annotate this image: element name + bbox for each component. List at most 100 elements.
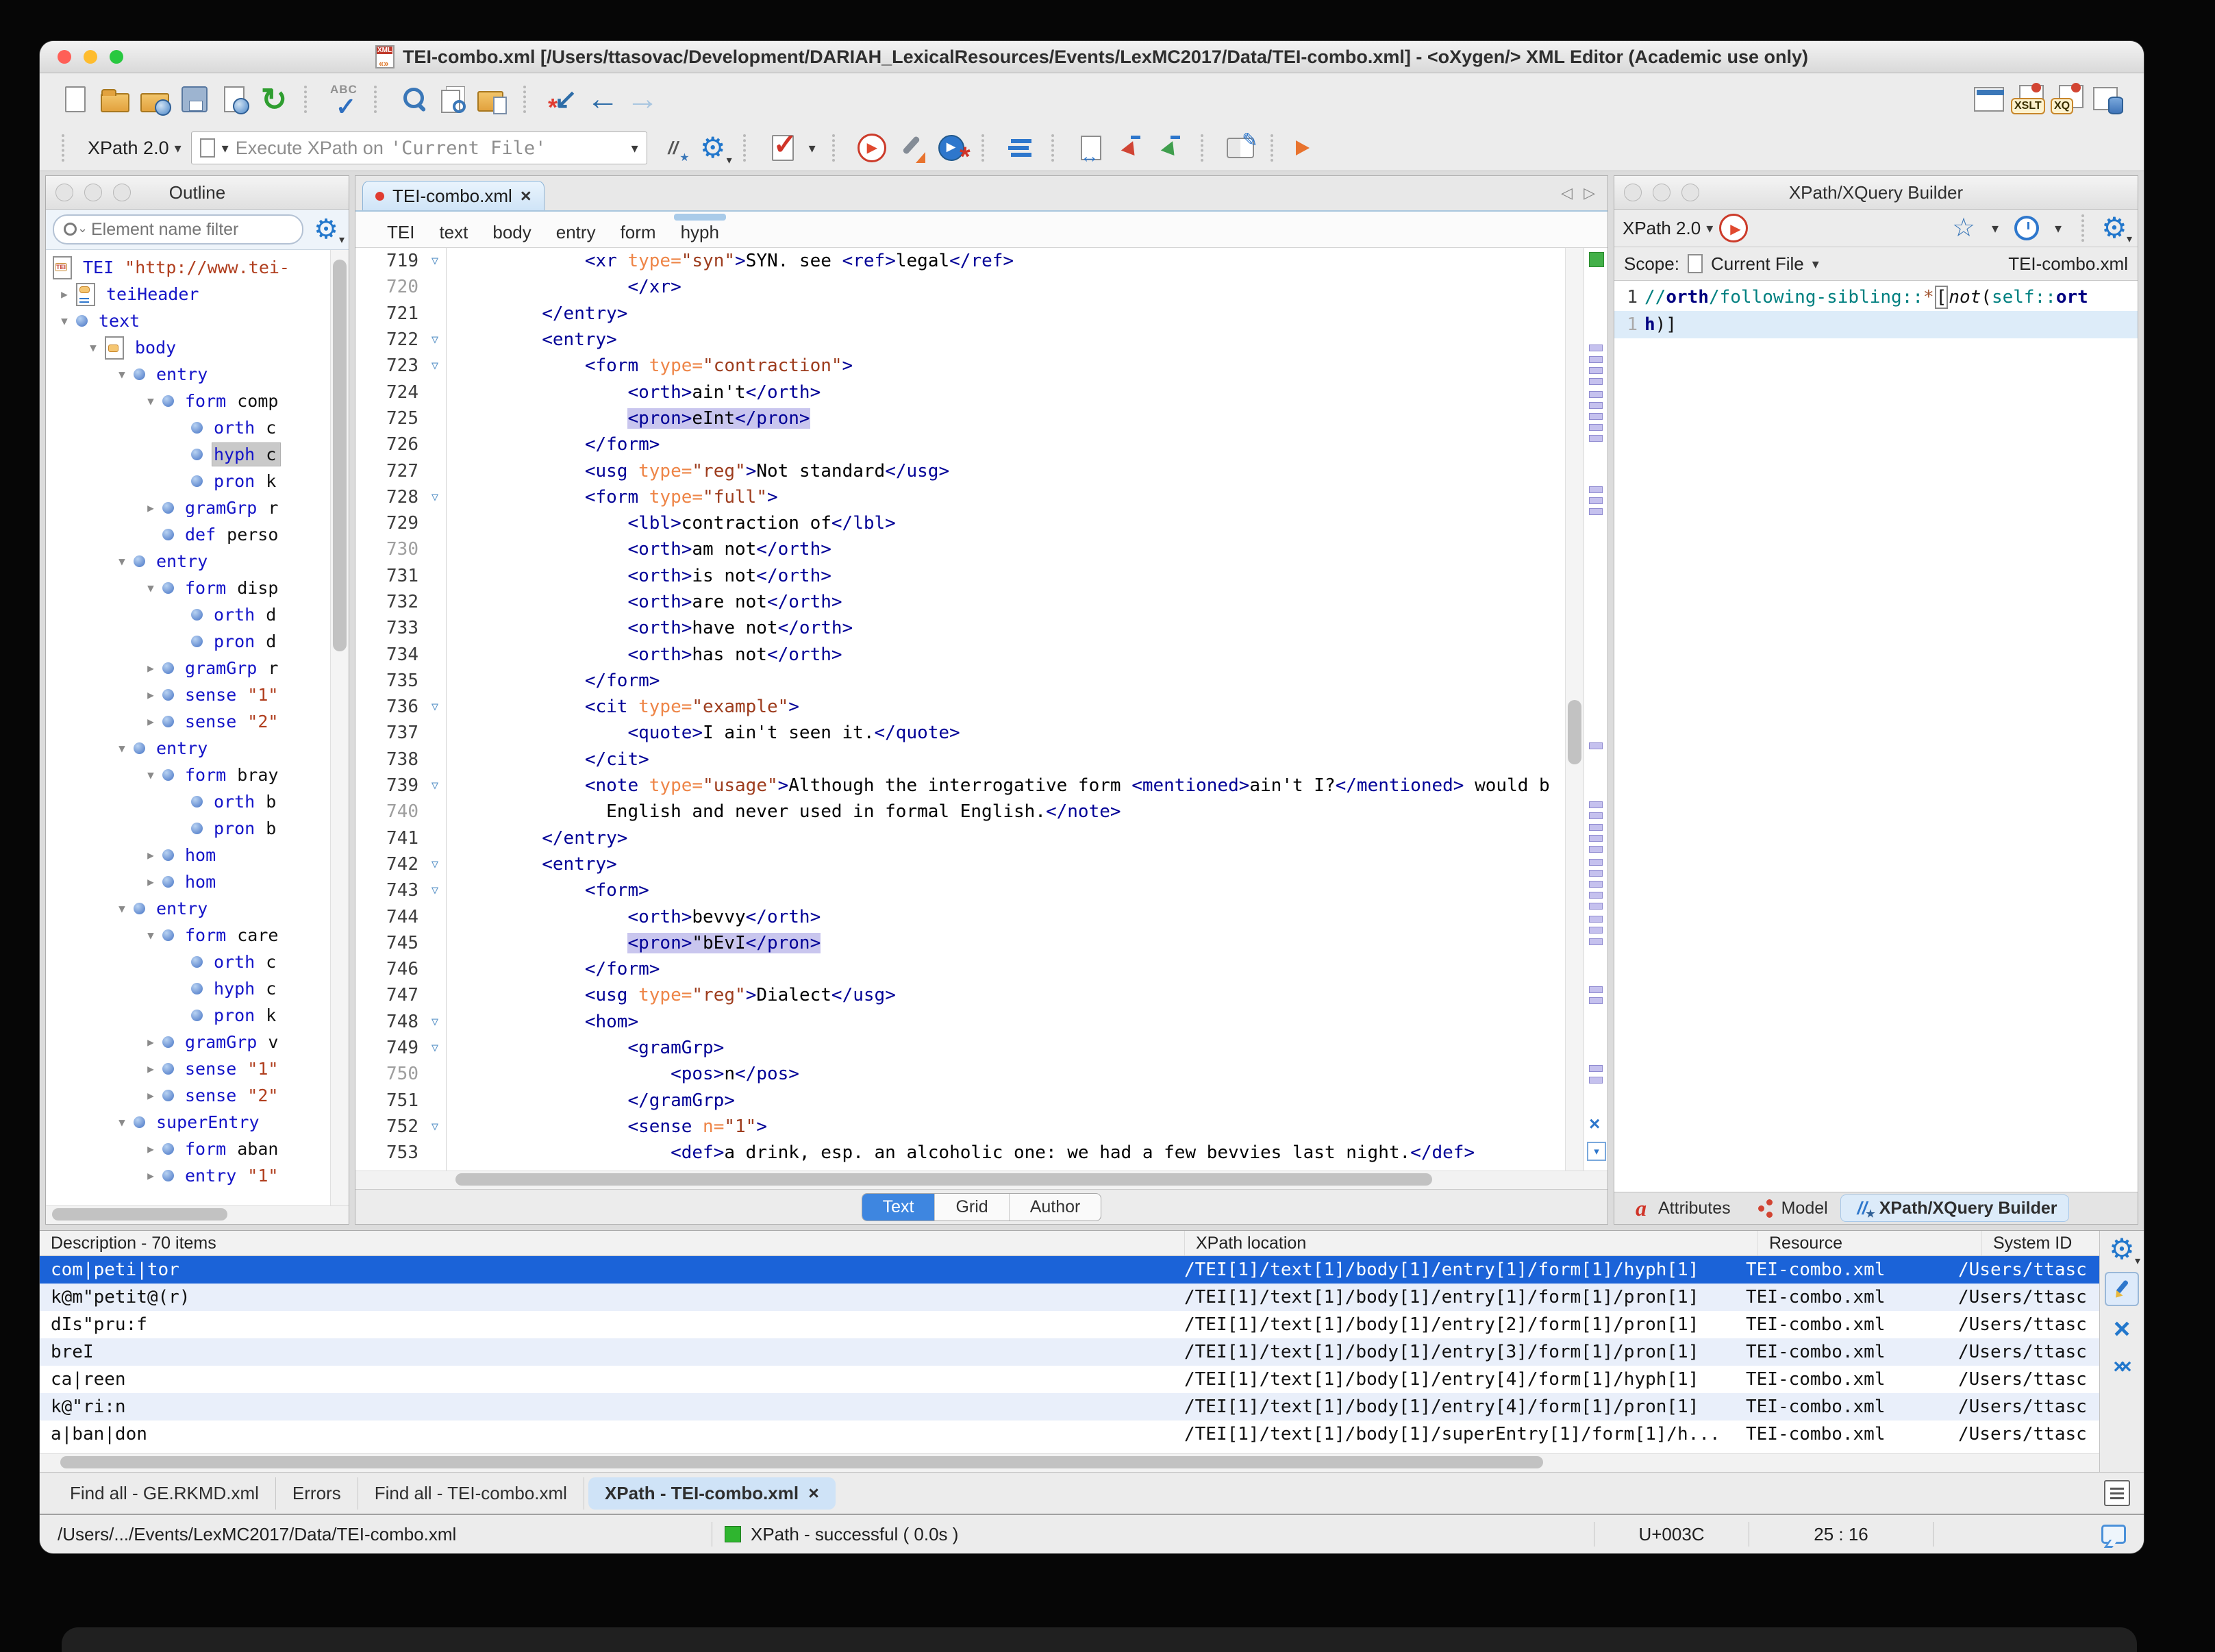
occurrence-marker[interactable]: [1589, 892, 1603, 899]
code-line-722[interactable]: 722▽ <entry>: [355, 327, 1565, 353]
result-row[interactable]: dIs"pru:f/TEI[1]/text[1]/body[1]/entry[2…: [40, 1311, 2099, 1338]
xpath-version-selector[interactable]: XPath 2.0 ▾: [88, 138, 182, 159]
outline-tree-item-form[interactable]: ▶formaban: [53, 1136, 349, 1162]
occurrence-marker[interactable]: [1589, 508, 1603, 515]
scroll-tabs-left-icon[interactable]: ◁: [1561, 184, 1573, 202]
debug-xquery-icon[interactable]: XQ: [2052, 83, 2085, 116]
result-row[interactable]: com|peti|tor/TEI[1]/text[1]/body[1]/entr…: [40, 1256, 2099, 1284]
settings-gear-icon[interactable]: [2106, 1234, 2138, 1265]
breadcrumb-item-body[interactable]: body: [492, 222, 531, 243]
xpath-query-line[interactable]: 1//orth/following-sibling::*[not(self::o…: [1614, 284, 2138, 311]
code-line-730[interactable]: 730 <orth>am not</orth>: [355, 536, 1565, 562]
outline-tree-item-sense[interactable]: ▶sense"2": [53, 708, 349, 735]
occurrence-marker[interactable]: [1589, 1077, 1603, 1084]
occurrence-marker[interactable]: [1589, 903, 1603, 910]
outline-tree-item-gramGrp[interactable]: ▶gramGrpr: [53, 655, 349, 681]
code-line-727[interactable]: 727 <usg type="reg">Not standard</usg>: [355, 458, 1565, 484]
occurrence-marker[interactable]: [1589, 413, 1603, 420]
code-line-742[interactable]: 742▽ <entry>: [355, 851, 1565, 877]
breadcrumb-item-form[interactable]: form: [621, 222, 656, 243]
outline-tree-item-entry[interactable]: ▼entry: [53, 361, 349, 388]
output-tab-errors[interactable]: Errors: [276, 1477, 358, 1510]
code-line-749[interactable]: 749▽ <gramGrp>: [355, 1035, 1565, 1061]
code-line-747[interactable]: 747 <usg type="reg">Dialect</usg>: [355, 982, 1565, 1008]
occurrence-marker[interactable]: [1589, 402, 1603, 409]
occurrence-marker[interactable]: [1589, 391, 1603, 398]
expander-down-icon[interactable]: ▼: [139, 581, 162, 595]
ruler-menu-icon[interactable]: ▾: [1587, 1142, 1606, 1161]
code-line-728[interactable]: 728▽ <form type="full">: [355, 484, 1565, 510]
occurrence-marker[interactable]: [1589, 870, 1603, 877]
occurrence-marker[interactable]: [1589, 356, 1603, 363]
expander-right-icon[interactable]: ▶: [139, 501, 162, 514]
breadcrumb-item-entry[interactable]: entry: [556, 222, 596, 243]
expander-right-icon[interactable]: ▶: [139, 662, 162, 675]
results-horizontal-scrollbar[interactable]: [40, 1453, 2099, 1472]
outline-tree-item-body[interactable]: ▼body: [53, 334, 349, 361]
code-line-736[interactable]: 736▽ <cit type="example">: [355, 694, 1565, 720]
code-line-752[interactable]: 752▽ <sense n="1">: [355, 1114, 1565, 1140]
history-icon[interactable]: [2012, 213, 2042, 243]
mode-author-button[interactable]: Author: [1009, 1194, 1101, 1221]
code-editor[interactable]: 719▽ <xr type="syn">SYN. see <ref>legal<…: [355, 248, 1607, 1171]
editor-horizontal-scrollbar[interactable]: [355, 1171, 1607, 1189]
code-line-743[interactable]: 743▽ <form>: [355, 877, 1565, 903]
occurrence-marker[interactable]: [1589, 345, 1603, 351]
occurrence-marker[interactable]: [1589, 435, 1603, 442]
clear-highlights-icon[interactable]: ×: [1589, 1114, 1600, 1134]
chevron-down-icon[interactable]: [2043, 213, 2073, 243]
outline-tree-item-entry[interactable]: ▼entry: [53, 735, 349, 762]
fold-toggle-icon[interactable]: ▽: [424, 248, 447, 274]
code-line-731[interactable]: 731 <orth>is not</orth>: [355, 563, 1565, 589]
fold-toggle-icon[interactable]: ▽: [424, 851, 447, 877]
editor-tab-tei-combo[interactable]: TEI-combo.xml ×: [362, 181, 545, 210]
occurrence-marker[interactable]: [1589, 927, 1603, 934]
validate-icon[interactable]: [766, 132, 799, 164]
view-list-icon[interactable]: [2104, 1480, 2130, 1506]
code-line-724[interactable]: 724 <orth>ain't</orth>: [355, 379, 1565, 405]
outline-lines-icon[interactable]: [1005, 132, 1038, 164]
find-resource-icon[interactable]: [477, 83, 510, 116]
occurrence-marker[interactable]: [1589, 486, 1603, 493]
breadcrumb-item-hyph[interactable]: hyph: [681, 222, 719, 243]
mode-text-button[interactable]: Text: [862, 1194, 935, 1221]
occurrence-marker[interactable]: [1589, 812, 1603, 819]
fold-toggle-icon[interactable]: ▽: [424, 1009, 447, 1035]
back-icon[interactable]: [586, 83, 619, 116]
code-line-737[interactable]: 737 <quote>I ain't seen it.</quote>: [355, 720, 1565, 746]
reload-icon[interactable]: [258, 83, 290, 116]
xpath-query-editor[interactable]: 1//orth/following-sibling::*[not(self::o…: [1614, 281, 2138, 1192]
occurrence-marker[interactable]: [1589, 801, 1603, 808]
settings-gear-icon[interactable]: [2099, 213, 2129, 243]
code-line-735[interactable]: 735 </form>: [355, 668, 1565, 694]
occurrence-marker[interactable]: [1589, 742, 1603, 749]
new-document-icon[interactable]: [59, 83, 92, 116]
breadcrumb-item-TEI[interactable]: TEI: [387, 222, 414, 243]
code-line-733[interactable]: 733 <orth>have not</orth>: [355, 615, 1565, 641]
outline-tree-item-gramGrp[interactable]: ▶gramGrpr: [53, 495, 349, 521]
configure-layout-icon[interactable]: [1973, 83, 2005, 116]
occurrence-marker[interactable]: [1589, 916, 1603, 923]
outline-horizontal-scrollbar[interactable]: [46, 1205, 349, 1224]
minimize-window-button[interactable]: [84, 50, 97, 64]
code-line-723[interactable]: 723▽ <form type="contraction">: [355, 353, 1565, 379]
expander-right-icon[interactable]: ▶: [139, 875, 162, 888]
occurrence-marker[interactable]: [1589, 824, 1603, 831]
expander-right-icon[interactable]: ▶: [139, 1036, 162, 1049]
outline-tree-item-entry[interactable]: ▼entry: [53, 548, 349, 575]
find-icon[interactable]: [397, 83, 430, 116]
panel-tab-model[interactable]: Model: [1743, 1195, 1839, 1221]
outline-tree-item-pron[interactable]: pronk: [53, 468, 349, 495]
pin-red-icon[interactable]: [1114, 132, 1147, 164]
find-in-files-icon[interactable]: [437, 83, 470, 116]
outline-tree-item-sense[interactable]: ▶sense"1": [53, 681, 349, 708]
outline-settings-gear-icon[interactable]: [310, 214, 342, 245]
run-red-icon[interactable]: [855, 132, 888, 164]
occurrence-marker[interactable]: [1589, 497, 1603, 504]
scroll-tabs-right-icon[interactable]: ▷: [1584, 184, 1595, 202]
expander-down-icon[interactable]: ▼: [110, 1116, 134, 1129]
outline-tree-item-orth[interactable]: orthc: [53, 949, 349, 975]
expander-right-icon[interactable]: ▶: [53, 288, 76, 301]
fold-toggle-icon[interactable]: ▽: [424, 1035, 447, 1061]
code-line-734[interactable]: 734 <orth>has not</orth>: [355, 641, 1565, 667]
